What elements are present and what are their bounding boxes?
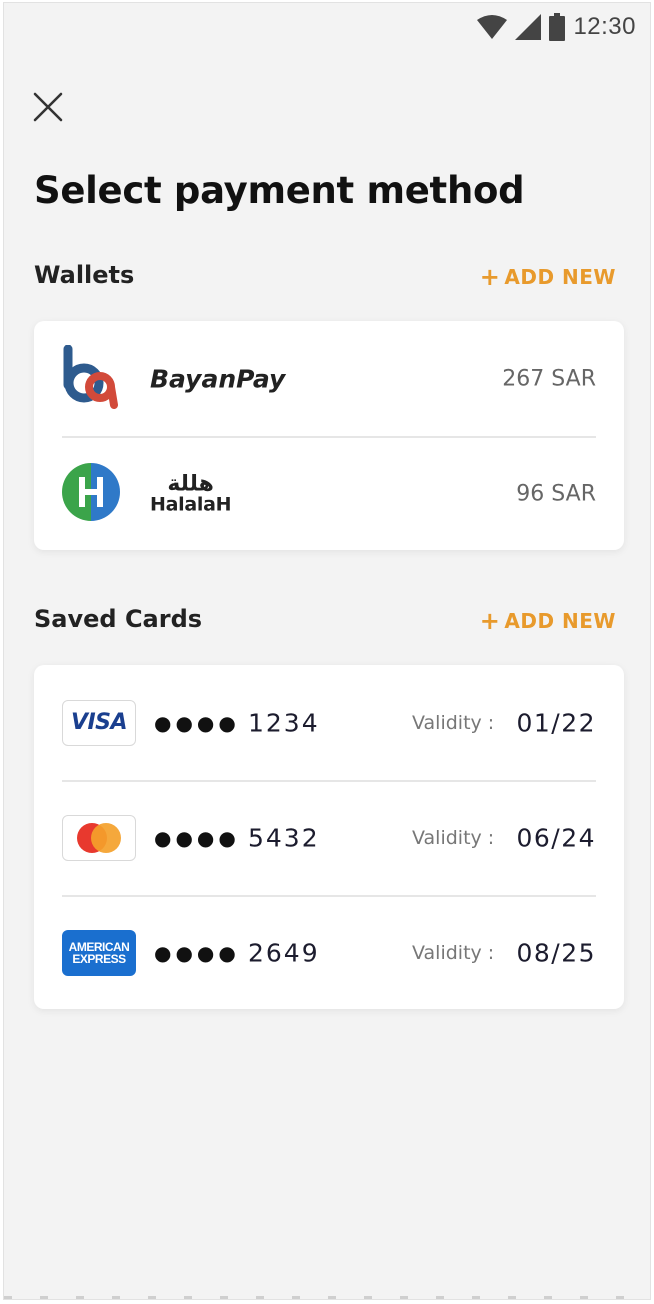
validity-label: Validity : — [412, 826, 495, 849]
wallet-name: هللة HalalaH — [150, 471, 232, 515]
bottom-divider — [4, 1296, 650, 1299]
saved-card-row-visa[interactable]: VISA ●●●● 1234 Validity : 01/22 — [34, 665, 624, 780]
add-new-wallet-label: ADD NEW — [504, 265, 616, 289]
masked-card-number: ●●●● — [154, 825, 240, 850]
amex-logo-line2: EXPRESS — [72, 951, 126, 966]
close-button[interactable] — [28, 87, 68, 127]
saved-cards-section-title: Saved Cards — [34, 605, 203, 633]
wallet-balance: 96 SAR — [516, 481, 596, 506]
card-last4: 2649 — [248, 938, 320, 967]
bayanpay-logo — [62, 344, 120, 413]
plus-icon: + — [479, 607, 501, 635]
wallets-card: BayanPay 267 SAR هللة HalalaH 96 SAR — [34, 321, 624, 550]
visa-logo: VISA — [62, 699, 136, 746]
validity-value: 08/25 — [516, 938, 596, 967]
status-bar: 12:30 — [4, 3, 650, 53]
saved-card-row-amex[interactable]: AMERICAN EXPRESS ●●●● 2649 Validity : 08… — [34, 895, 624, 1010]
page-title: Select payment method — [34, 169, 525, 212]
add-new-wallet-button[interactable]: + ADD NEW — [480, 265, 616, 289]
battery-icon — [549, 13, 566, 41]
validity-label: Validity : — [412, 711, 495, 734]
plus-icon: + — [479, 263, 501, 291]
wallet-name-arabic: هللة — [167, 471, 214, 496]
validity-value: 01/22 — [516, 708, 596, 737]
saved-cards-card: VISA ●●●● 1234 Validity : 01/22 ●●●● 543… — [34, 665, 624, 1009]
signal-icon — [515, 14, 542, 40]
visa-logo-text: VISA — [70, 710, 128, 735]
app-screen: 12:30 Select payment method Wallets + AD… — [3, 2, 651, 1300]
wallet-name: BayanPay — [150, 364, 286, 393]
wallet-row-bayanpay[interactable]: BayanPay 267 SAR — [34, 321, 624, 436]
add-new-card-button[interactable]: + ADD NEW — [480, 609, 616, 633]
card-last4: 5432 — [248, 823, 320, 852]
masked-card-number: ●●●● — [154, 940, 240, 965]
wallet-balance: 267 SAR — [502, 366, 596, 391]
card-last4: 1234 — [248, 708, 320, 737]
wifi-icon — [477, 15, 508, 39]
mastercard-logo — [62, 814, 136, 861]
add-new-card-label: ADD NEW — [504, 609, 616, 633]
status-time: 12:30 — [573, 13, 636, 40]
validity-value: 06/24 — [516, 823, 596, 852]
saved-card-row-mastercard[interactable]: ●●●● 5432 Validity : 06/24 — [34, 780, 624, 895]
wallet-row-halalah[interactable]: هللة HalalaH 96 SAR — [34, 436, 624, 551]
wallets-section-title: Wallets — [34, 261, 135, 289]
amex-logo: AMERICAN EXPRESS — [62, 929, 136, 976]
status-icons: 12:30 — [477, 13, 636, 41]
validity-label: Validity : — [412, 941, 495, 964]
wallet-name-latin: HalalaH — [150, 493, 232, 515]
close-icon — [33, 92, 63, 122]
halalah-logo — [62, 462, 120, 525]
masked-card-number: ●●●● — [154, 710, 240, 735]
